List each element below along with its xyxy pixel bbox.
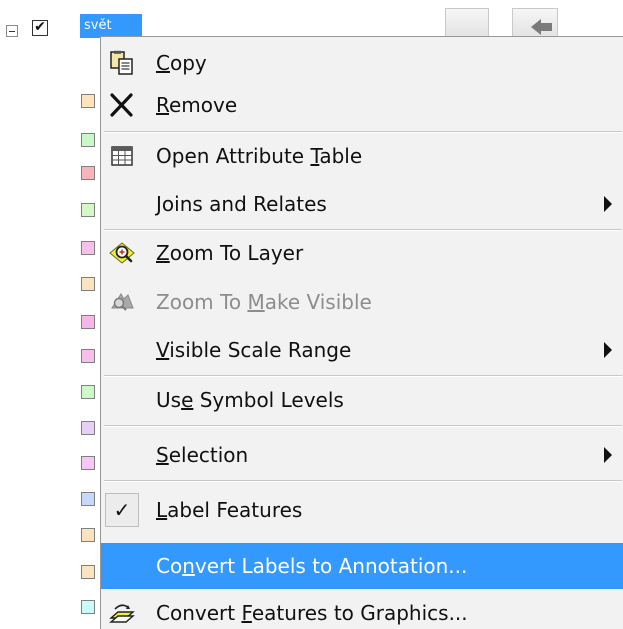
menu-item-label: Open Attribute Table: [156, 144, 363, 168]
tree-collapse-icon[interactable]: [6, 25, 18, 37]
menu-item-remove[interactable]: Remove: [101, 82, 623, 128]
legend-swatch[interactable]: [81, 315, 95, 329]
back-arrow-button[interactable]: [512, 8, 558, 38]
menu-item-label: Remove: [156, 93, 238, 117]
menu-item-label: Label Features: [156, 498, 303, 522]
menu-item-convert-features-to-graphics[interactable]: Convert Features to Graphics...: [101, 590, 623, 629]
checkmark-icon: ✓: [105, 493, 139, 527]
legend-swatch[interactable]: [81, 94, 95, 108]
legend-swatch[interactable]: [81, 133, 95, 147]
toolbar-button[interactable]: [445, 8, 489, 38]
menu-item-label: Joins and Relates: [156, 192, 327, 216]
layer-context-menu: Copy Remove Open Attribute Table Joins a…: [100, 36, 623, 629]
submenu-arrow-icon: [604, 342, 612, 358]
menu-item-label: Convert Features to Graphics...: [156, 601, 468, 625]
menu-item-selection[interactable]: Selection: [101, 432, 623, 478]
convert-to-graphics-icon: [109, 604, 135, 623]
menu-item-label: Convert Labels to Annotation...: [156, 554, 468, 578]
legend-swatch[interactable]: [81, 565, 95, 579]
legend-swatch[interactable]: [81, 528, 95, 542]
menu-separator: [104, 425, 622, 427]
menu-item-open-attribute-table[interactable]: Open Attribute Table: [101, 133, 623, 179]
menu-item-label-features[interactable]: ✓ Label Features: [101, 487, 623, 533]
layer-visibility-checkbox[interactable]: ✔: [32, 20, 48, 36]
menu-item-visible-scale-range[interactable]: Visible Scale Range: [101, 327, 623, 373]
submenu-arrow-icon: [604, 196, 612, 212]
menu-separator: [104, 480, 622, 482]
legend-swatch[interactable]: [81, 421, 95, 435]
menu-item-convert-labels-to-annotation[interactable]: Convert Labels to Annotation...: [101, 543, 623, 589]
layer-name-selected[interactable]: svět: [80, 14, 142, 38]
menu-item-label: Use Symbol Levels: [156, 388, 344, 412]
zoom-to-make-visible-icon: [111, 293, 134, 311]
menu-item-label: Visible Scale Range: [156, 338, 352, 362]
legend-swatch[interactable]: [81, 349, 95, 363]
legend-swatch[interactable]: [81, 492, 95, 506]
copy-icon: [110, 50, 133, 75]
legend-swatch[interactable]: [81, 600, 95, 614]
legend-swatch[interactable]: [81, 385, 95, 399]
attribute-table-icon: [111, 146, 133, 166]
submenu-arrow-icon: [604, 447, 612, 463]
legend-swatch[interactable]: [81, 166, 95, 180]
remove-icon: [110, 93, 133, 117]
menu-item-label: Copy: [156, 51, 207, 75]
menu-item-joins-and-relates[interactable]: Joins and Relates: [101, 181, 623, 227]
menu-item-zoom-to-make-visible[interactable]: Zoom To Make Visible: [101, 279, 623, 325]
zoom-to-layer-icon: [109, 242, 135, 264]
legend-swatch[interactable]: [81, 241, 95, 255]
menu-item-label: Zoom To Make Visible: [156, 290, 372, 314]
menu-item-zoom-to-layer[interactable]: Zoom To Layer: [101, 230, 623, 276]
legend-swatch[interactable]: [81, 277, 95, 291]
menu-item-label: Selection: [156, 443, 249, 467]
menu-item-label: Zoom To Layer: [156, 241, 304, 265]
legend-swatch[interactable]: [81, 203, 95, 217]
legend-swatch[interactable]: [81, 456, 95, 470]
menu-item-copy[interactable]: Copy: [101, 40, 623, 86]
menu-item-use-symbol-levels[interactable]: Use Symbol Levels: [101, 377, 623, 423]
